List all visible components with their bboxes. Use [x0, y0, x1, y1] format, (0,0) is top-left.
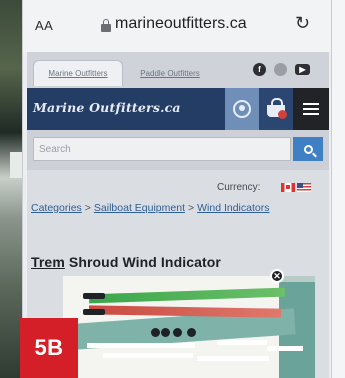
instagram-icon[interactable]	[274, 63, 287, 76]
indicator-bead	[161, 328, 170, 337]
reload-icon[interactable]: ↻	[295, 13, 310, 34]
hamburger-menu-icon	[303, 103, 319, 115]
screenshot-root: AA marineoutfitters.ca ↻ Marine Outfitte…	[0, 0, 345, 378]
text-size-button[interactable]: AA	[35, 18, 53, 33]
ribbon-clip	[83, 309, 105, 315]
site-logo[interactable]: Marine Outfitters.ca	[33, 100, 181, 115]
url-field[interactable]: marineoutfitters.ca	[115, 15, 247, 33]
tab-paddle-outfitters[interactable]: Paddle Outfitters	[127, 60, 213, 86]
indicator-bead	[151, 328, 160, 337]
background-photo	[0, 0, 22, 378]
breadcrumb-wind-indicators[interactable]: Wind Indicators	[197, 202, 269, 214]
adhesive-strip	[267, 346, 303, 351]
product-title: Trem Shroud Wind Indicator	[31, 254, 221, 270]
browser-address-bar: AA marineoutfitters.ca ↻	[23, 0, 331, 52]
adhesive-strip	[197, 356, 269, 361]
page-margin	[332, 0, 345, 378]
breadcrumb: Categories > Sailboat Equipment > Wind Indic…	[31, 200, 281, 217]
figure-label: 5B	[20, 318, 78, 378]
product-name: Shroud Wind Indicator	[68, 254, 221, 270]
search-icon	[303, 144, 313, 154]
adhesive-strip	[87, 343, 195, 348]
account-icon	[233, 100, 251, 118]
site-header: Marine Outfitters.ca	[27, 88, 329, 130]
breadcrumb-sailboat-equipment[interactable]: Sailboat Equipment	[94, 202, 185, 214]
canada-flag-icon[interactable]	[281, 183, 295, 192]
cart-button[interactable]	[259, 88, 293, 130]
search-input[interactable]: Search	[33, 137, 291, 161]
indicator-bead	[173, 328, 182, 337]
facebook-icon[interactable]: f	[253, 63, 266, 76]
indicator-bead	[187, 328, 196, 337]
breadcrumb-separator: >	[84, 202, 91, 214]
close-icon[interactable]: ✕	[270, 269, 284, 283]
breadcrumb-categories[interactable]: Categories	[31, 202, 82, 214]
cart-badge	[278, 110, 287, 119]
account-button[interactable]	[225, 88, 259, 130]
ribbon-clip	[83, 293, 105, 299]
product-brand-link[interactable]: Trem	[31, 254, 65, 270]
search-button[interactable]	[293, 137, 323, 161]
youtube-icon[interactable]: ▶	[295, 64, 310, 75]
lock-icon	[101, 19, 111, 32]
site-tabs-row: Marine Outfitters Paddle Outfitters f ▶	[27, 52, 329, 88]
adhesive-strip	[103, 353, 193, 358]
us-flag-icon[interactable]	[297, 183, 311, 192]
tab-marine-outfitters[interactable]: Marine Outfitters	[33, 60, 123, 86]
breadcrumb-separator: >	[187, 202, 195, 214]
menu-button[interactable]	[293, 88, 329, 130]
adhesive-strip	[217, 340, 267, 345]
currency-label: Currency:	[217, 182, 261, 193]
search-bar: Search	[27, 130, 329, 170]
